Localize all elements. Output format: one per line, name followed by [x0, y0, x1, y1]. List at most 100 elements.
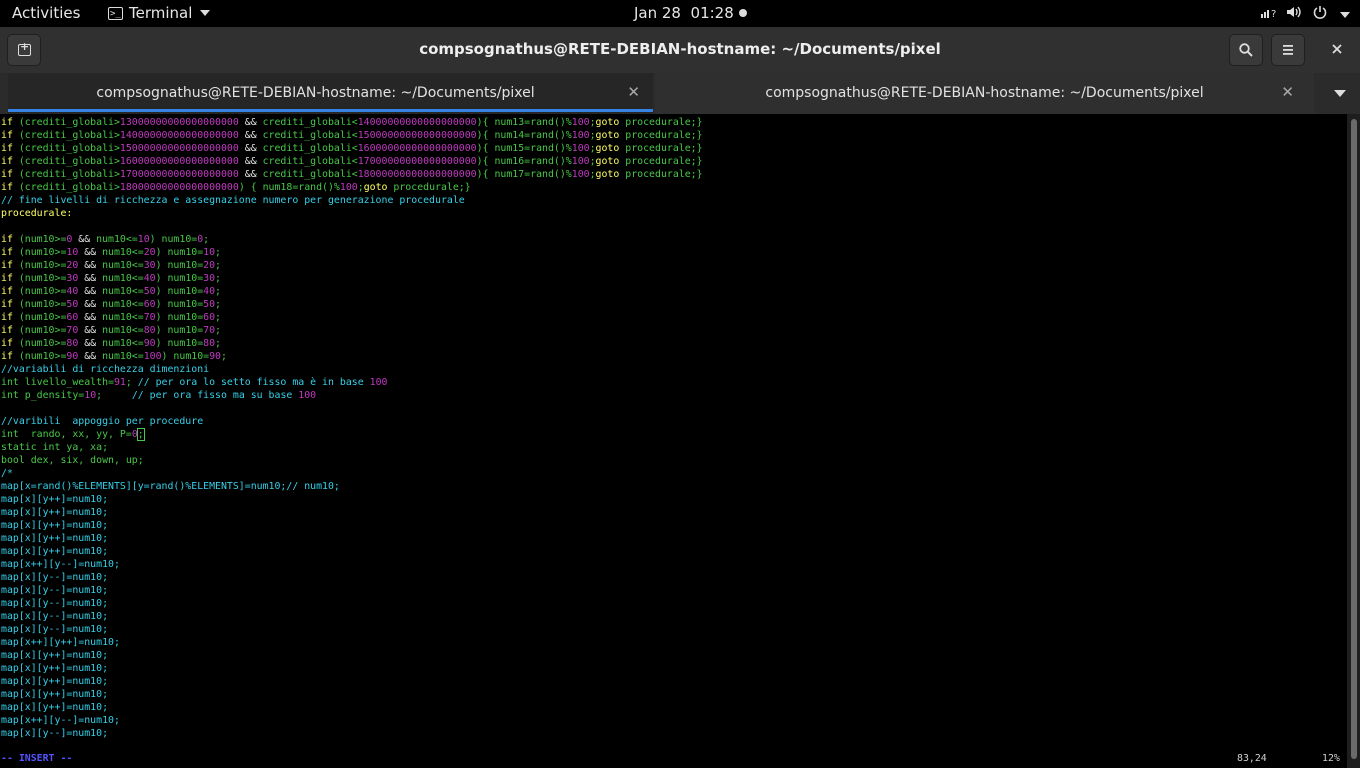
system-tray[interactable]: ?	[1260, 5, 1350, 23]
code-token: 100	[571, 143, 590, 154]
code-token: 60	[203, 312, 216, 323]
code-token: 30	[66, 273, 79, 284]
terminal-icon: >_	[108, 6, 123, 20]
code-token: if	[1, 338, 13, 349]
code-token: (num10>=	[12, 260, 67, 271]
clock[interactable]: Jan 28 01:28	[634, 4, 734, 22]
code-token: goto	[595, 143, 620, 154]
code-token: rando, xx, yy, P=	[18, 429, 132, 440]
code-token: &&	[78, 260, 103, 271]
code-token: map[x][y--]=num10;	[1, 611, 109, 622]
tab-close-icon[interactable]: ✕	[627, 83, 640, 101]
code-token: 40	[66, 286, 79, 297]
code-line: if (crediti_globali>13000000000000000000…	[1, 116, 703, 129]
scrollbar-thumb[interactable]	[1351, 119, 1357, 759]
code-token: // per ora lo setto fisso ma è in base	[137, 377, 370, 388]
code-line: if (num10>=0 && num10<=10) num10=0;	[1, 233, 703, 246]
code-line: if (crediti_globali>16000000000000000000…	[1, 155, 703, 168]
time: 01:28	[690, 4, 734, 22]
app-menu[interactable]: >_ Terminal	[108, 4, 211, 22]
code-token: if	[1, 117, 13, 128]
code-token: 10	[137, 234, 150, 245]
code-token: 20	[203, 260, 216, 271]
code-line: map[x++][y--]=num10;	[1, 558, 703, 571]
tab-2[interactable]: compsognathus@RETE-DEBIAN-hostname: ~/Do…	[655, 73, 1314, 114]
code-line: map[x][y++]=num10;	[1, 519, 703, 532]
code-token: 100	[571, 156, 590, 167]
code-token: goto	[595, 117, 620, 128]
code-token: ;	[203, 234, 210, 245]
code-token: crediti_globali<	[262, 156, 358, 167]
code-token: procedurale;}	[387, 182, 471, 193]
code-token: map[x][y--]=num10;	[1, 585, 109, 596]
code-token: &&	[78, 325, 103, 336]
code-token: goto	[595, 156, 620, 167]
terminal-content[interactable]: if (crediti_globali>13000000000000000000…	[0, 114, 1347, 768]
code-line: // fine livelli di ricchezza e assegnazi…	[1, 194, 703, 207]
code-token: &&	[72, 234, 97, 245]
code-token: &&	[78, 273, 103, 284]
date: Jan 28	[634, 4, 681, 22]
code-token: 90	[143, 338, 156, 349]
code-line: if (crediti_globali>14000000000000000000…	[1, 129, 703, 142]
tab-1[interactable]: compsognathus@RETE-DEBIAN-hostname: ~/Do…	[8, 73, 653, 114]
code-token: map[x][y++]=num10;	[1, 676, 109, 687]
code-token: if	[1, 182, 13, 193]
code-token: map[x][y++]=num10;	[1, 689, 109, 700]
code-line: if (crediti_globali>15000000000000000000…	[1, 142, 703, 155]
code-token: ) num10=	[155, 338, 204, 349]
code-token: map[x][y--]=num10;	[1, 598, 109, 609]
code-line: map[x][y--]=num10;	[1, 623, 703, 636]
code-token: //varibili appoggio per procedure	[1, 416, 204, 427]
code-token: 50	[143, 286, 156, 297]
code-token: procedurale:	[1, 208, 73, 219]
active-tab-indicator	[8, 109, 653, 112]
code-token: if	[1, 234, 13, 245]
code-token: 50	[203, 299, 216, 310]
code-token: procedurale;}	[619, 130, 703, 141]
code-token: &&	[238, 143, 263, 154]
search-button[interactable]	[1229, 34, 1263, 66]
code-token: if	[1, 130, 13, 141]
menu-button[interactable]	[1271, 34, 1305, 66]
code-token: map[x][y++]=num10;	[1, 520, 109, 531]
code-line: map[x=rand()%ELEMENTS][y=rand()%ELEMENTS…	[1, 480, 703, 493]
code-token: &&	[78, 299, 103, 310]
code-token: // per ora fisso ma su base	[131, 390, 299, 401]
code-token: 100	[571, 169, 590, 180]
tab-close-icon[interactable]: ✕	[1281, 83, 1294, 101]
code-token: 91	[113, 377, 126, 388]
code-token: if	[1, 286, 13, 297]
code-line: //varibili appoggio per procedure	[1, 415, 703, 428]
code-token: 100	[369, 377, 388, 388]
code-token: 80	[66, 338, 79, 349]
code-token: 0	[131, 429, 138, 440]
code-line: if (num10>=10 && num10<=20) num10=10;	[1, 246, 703, 259]
power-icon	[1312, 5, 1328, 23]
code-token: goto	[363, 182, 388, 193]
activities-button[interactable]: Activities	[12, 4, 80, 22]
code-token: (num10>=	[12, 286, 67, 297]
code-token: num10<=	[102, 299, 144, 310]
code-token: ) num10=	[155, 273, 204, 284]
code-token: if	[1, 169, 13, 180]
code-token: bool	[1, 455, 25, 466]
code-token: if	[1, 247, 13, 258]
code-token: 14000000000000000000	[357, 117, 477, 128]
terminal-scrollbar[interactable]	[1347, 114, 1360, 768]
code-token: // fine livelli di ricchezza e assegnazi…	[1, 195, 465, 206]
tab-list-chevron-icon[interactable]	[1334, 90, 1346, 97]
code-token: if	[1, 143, 13, 154]
close-window-button[interactable]	[1320, 34, 1354, 66]
hamburger-icon	[1283, 45, 1293, 55]
code-token: (num10>=	[12, 299, 67, 310]
code-line: if (num10>=80 && num10<=90) num10=80;	[1, 337, 703, 350]
code-token: 20	[66, 260, 79, 271]
code-token: 17000000000000000000	[357, 156, 477, 167]
code-line: map[x][y++]=num10;	[1, 545, 703, 558]
code-token: map[x][y--]=num10;	[1, 572, 109, 583]
code-token: &&	[238, 169, 263, 180]
code-line: map[x][y--]=num10;	[1, 584, 703, 597]
code-token: ;	[215, 247, 221, 258]
